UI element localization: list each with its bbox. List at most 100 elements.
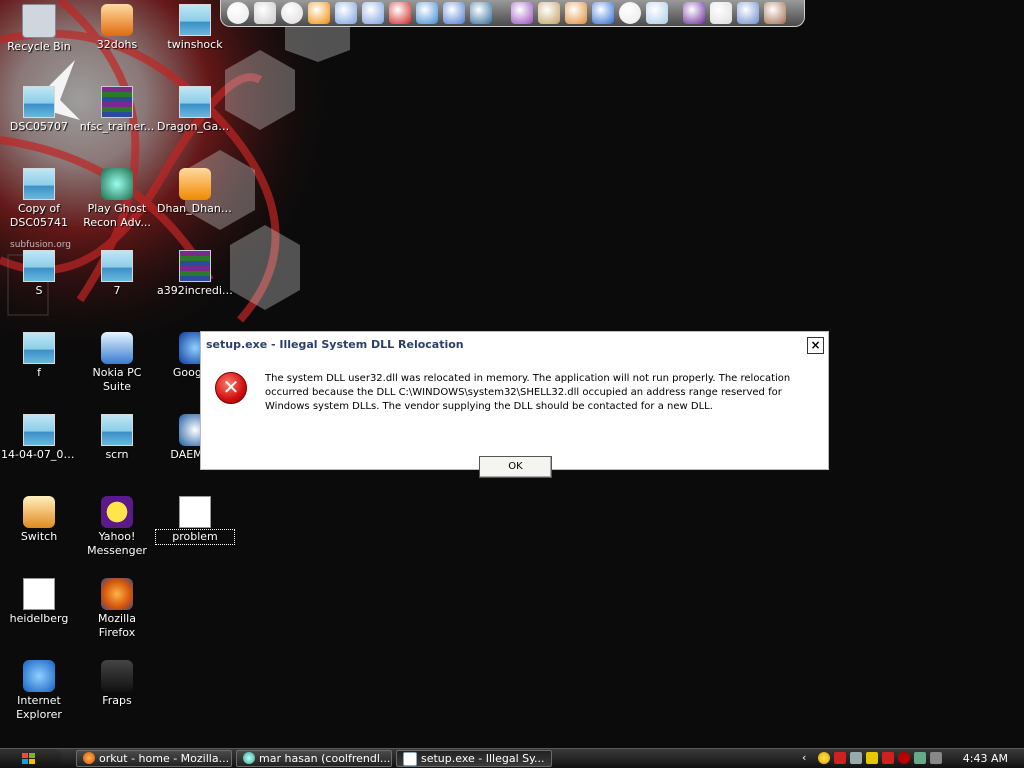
desktop-icon-heidelberg[interactable]: heidelberg [0,578,78,626]
eye-icon[interactable] [710,2,732,24]
desktop-icon-yahoo-messenger[interactable]: Yahoo! Messenger [78,496,156,558]
media-icon[interactable] [511,2,533,24]
cd-icon[interactable] [281,2,303,24]
desktop-icon-32dohs[interactable]: 32dohs [78,4,156,52]
text-file-icon [179,496,211,528]
desktop-icon-label: DSC05707 [9,120,69,133]
firefox-icon [83,752,95,764]
taskbar-task-chat[interactable]: mar hasan (coolfrendl... [236,750,392,767]
desktop-icon-a392incredibl[interactable]: a392incredibl... [156,250,234,298]
yahoo-icon[interactable] [683,2,705,24]
dialog-message: The system DLL user32.dll was relocated … [265,373,791,412]
chevron-left-icon[interactable]: ‹ [802,752,814,764]
desktop-icon-label: Recycle Bin [7,40,71,53]
smiley-icon[interactable] [818,752,830,764]
rar-archive-icon [101,86,133,118]
dialog-titlebar[interactable]: setup.exe - Illegal System DLL Relocatio… [201,332,828,358]
firefox-icon [101,578,133,610]
desktop-icon-dragon-gam[interactable]: Dragon_Gam... [156,86,234,134]
tool-icon[interactable] [914,752,926,764]
task-label: setup.exe - Illegal Sy... [421,752,545,765]
help-icon[interactable] [362,2,384,24]
flash-icon[interactable] [592,2,614,24]
window-icon [403,752,417,766]
desktop-icon-label: Play Ghost Recon Adv... [83,202,151,229]
help-icon[interactable] [335,2,357,24]
image-icon [179,4,211,36]
speaker-icon[interactable] [930,752,942,764]
drive-icon[interactable] [254,2,276,24]
desktop-icon-recycle-bin[interactable]: Recycle Bin [0,4,78,54]
desktop-icon-label: nfsc_trainer... [79,120,155,133]
vlc-icon[interactable] [308,2,330,24]
alert-icon[interactable] [866,752,878,764]
display-icon[interactable] [646,2,668,24]
taskbar-task-setup[interactable]: setup.exe - Illegal Sy... [396,750,552,767]
desktop-icon-label: 32dohs [96,38,138,51]
internet-explorer-icon [23,660,55,692]
top-dock [220,0,805,27]
desktop-icon-play-ghost-recon-adv[interactable]: Play Ghost Recon Adv... [78,168,156,230]
clock[interactable]: 4:43 AM [963,752,1008,765]
desktop-icon-label: Dragon_Gam... [157,120,234,133]
desktop-icon-internet-explorer[interactable]: Internet Explorer [0,660,78,722]
desktop-icon-dsc05707[interactable]: DSC05707 [0,86,78,134]
desktop-icon-7[interactable]: 7 [78,250,156,298]
m-icon[interactable] [882,752,894,764]
desktop-icon-label: Fraps [102,694,132,707]
fraps-icon [101,660,133,692]
close-button[interactable]: × [807,337,824,354]
media-file-icon [179,168,211,200]
desktop-icon-14-04-07-0806[interactable]: 14-04-07_0806 [0,414,78,462]
dialog-title: setup.exe - Illegal System DLL Relocatio… [206,338,464,351]
image-icon [23,86,55,118]
clock-icon[interactable] [227,2,249,24]
task-label: orkut - home - Mozilla... [99,752,230,765]
ok-button[interactable]: OK [479,456,552,478]
desktop-icon-label: problem [155,529,235,545]
network-icon[interactable] [850,752,862,764]
start-button[interactable] [0,749,62,768]
nfs-icon[interactable] [470,2,492,24]
game-shortcut-icon [101,168,133,200]
image-icon [101,250,133,282]
desktop-icon-problem[interactable]: problem [155,496,235,545]
shield-icon[interactable] [834,752,846,764]
chat-icon [243,752,255,764]
yahoo-messenger-icon [101,496,133,528]
desktop-icon-label: a392incredibl... [157,284,234,297]
image-icon [23,250,55,282]
rar-archive-icon [179,250,211,282]
desktop-icon-label: f [37,366,41,379]
desktop-icon-label: scrn [105,448,129,461]
desktop-icon-copy-of-dsc05741[interactable]: Copy of DSC05741 [0,168,78,230]
desktop-icon-scrn[interactable]: scrn [78,414,156,462]
photo-icon[interactable] [565,2,587,24]
desktop-icon-dhan-dhana[interactable]: Dhan_Dhana... [156,168,234,216]
image-icon [23,332,55,364]
flash2-icon[interactable] [737,2,759,24]
task-label: mar hasan (coolfrendl... [259,752,391,765]
desktop-icon-f[interactable]: f [0,332,78,380]
app-icon [101,4,133,36]
desktop-icon-s[interactable]: S [0,250,78,298]
network-icon[interactable] [443,2,465,24]
ie-icon[interactable] [416,2,438,24]
taskbar: orkut - home - Mozilla... mar hasan (coo… [0,748,1024,768]
desktop-icon-switch[interactable]: Switch [0,496,78,544]
dvd-icon[interactable] [619,2,641,24]
security-icon[interactable] [898,752,910,764]
desktop-icon-nokia-pc-suite[interactable]: Nokia PC Suite [78,332,156,394]
desktop-icon-mozilla-firefox[interactable]: Mozilla Firefox [78,578,156,640]
desktop-icon-label: Nokia PC Suite [92,366,142,393]
image-icon [101,414,133,446]
desktop-icon-nfsc-trainer[interactable]: nfsc_trainer... [78,86,156,134]
desktop-icon-fraps[interactable]: Fraps [78,660,156,708]
desktop-icon-label: heidelberg [9,612,69,625]
taskbar-task-orkut[interactable]: orkut - home - Mozilla... [76,750,232,767]
document-icon [23,578,55,610]
nfs2-icon[interactable] [538,2,560,24]
error-icon: ✕ [215,372,247,404]
character-icon[interactable] [764,2,786,24]
m-icon[interactable] [389,2,411,24]
